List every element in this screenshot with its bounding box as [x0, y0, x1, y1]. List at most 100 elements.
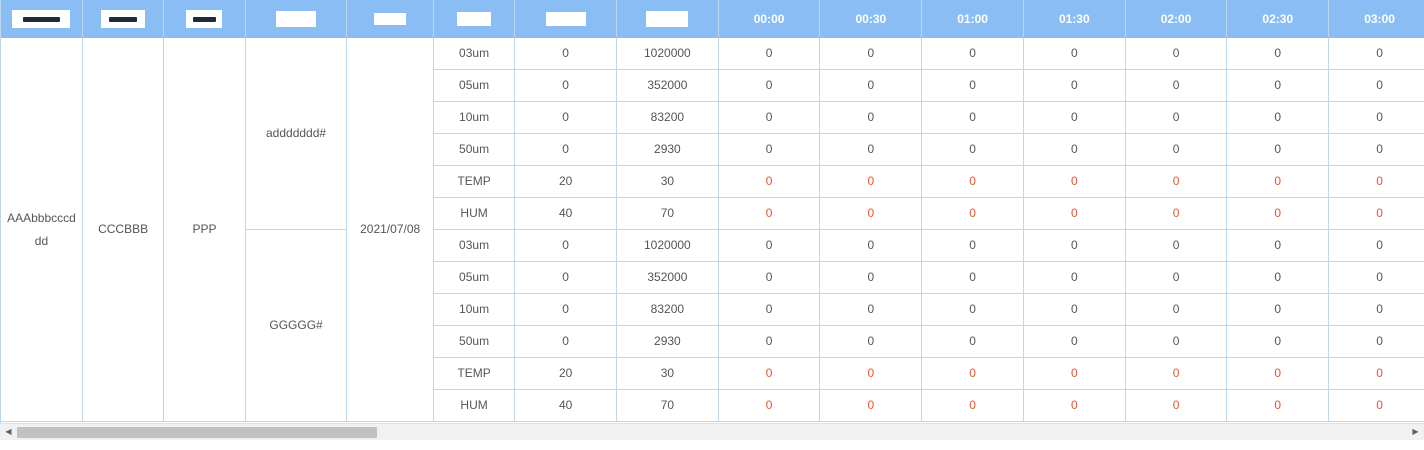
- header-col-1[interactable]: [1, 0, 83, 38]
- triangle-left-icon[interactable]: ◀: [0, 424, 17, 440]
- value-cell: 0: [1226, 389, 1330, 422]
- min-cell: 0: [514, 133, 617, 166]
- value-cell: 0: [819, 389, 923, 422]
- value-cell: 0: [718, 293, 821, 326]
- header-time-0130[interactable]: 01:30: [1023, 0, 1126, 38]
- point-cell: GGGGG#: [245, 229, 348, 422]
- max-cell: 2930: [616, 133, 719, 166]
- item-cell: 50um: [433, 133, 516, 166]
- value-cell: 0: [718, 101, 821, 134]
- value-cell: 0: [1125, 197, 1228, 230]
- header-col-2[interactable]: [82, 0, 165, 38]
- header-col-8[interactable]: [616, 0, 719, 38]
- value-cell: 0: [718, 229, 821, 262]
- value-cell: 0: [921, 69, 1024, 102]
- value-cell: 0: [1226, 133, 1330, 166]
- value-cell: 0: [1328, 229, 1424, 262]
- item-cell: 10um: [433, 101, 516, 134]
- value-cell: 0: [1226, 261, 1330, 294]
- item-cell: 03um: [433, 229, 516, 262]
- item-cell: 50um: [433, 325, 516, 358]
- value-cell: 0: [921, 197, 1024, 230]
- item-cell: HUM: [433, 389, 516, 422]
- max-cell: 83200: [616, 293, 719, 326]
- value-cell: 0: [921, 389, 1024, 422]
- header-col-6[interactable]: [433, 0, 516, 38]
- value-cell: 0: [1125, 293, 1228, 326]
- value-cell: 0: [718, 261, 821, 294]
- header-time-0100[interactable]: 01:00: [921, 0, 1024, 38]
- value-cell: 0: [1328, 69, 1424, 102]
- redacted-header-label: [374, 13, 407, 26]
- value-cell: 0: [1226, 197, 1330, 230]
- value-cell: 0: [1125, 389, 1228, 422]
- value-cell: 0: [1023, 229, 1126, 262]
- value-cell: 0: [819, 325, 923, 358]
- value-cell: 0: [819, 165, 923, 198]
- value-cell: 0: [1328, 261, 1424, 294]
- value-cell: 0: [921, 101, 1024, 134]
- value-cell: 0: [1226, 357, 1330, 390]
- max-cell: 70: [616, 197, 719, 230]
- value-cell: 0: [1125, 357, 1228, 390]
- max-cell: 83200: [616, 101, 719, 134]
- redacted-header-label: [186, 9, 223, 28]
- value-cell: 0: [1023, 197, 1126, 230]
- max-cell: 352000: [616, 69, 719, 102]
- value-cell: 0: [1328, 101, 1424, 134]
- min-cell: 0: [514, 101, 617, 134]
- value-cell: 0: [1328, 293, 1424, 326]
- value-cell: 0: [921, 229, 1024, 262]
- item-cell: TEMP: [433, 165, 516, 198]
- value-cell: 0: [921, 261, 1024, 294]
- table-body: AAAbbbcccddd CCCBBB PPP addddddd# 2021/07/08…: [1, 37, 1424, 422]
- value-cell: 0: [718, 165, 821, 198]
- value-cell: 0: [1328, 325, 1424, 358]
- header-time-0230[interactable]: 02:30: [1226, 0, 1330, 38]
- max-cell: 30: [616, 357, 719, 390]
- min-cell: 0: [514, 229, 617, 262]
- value-cell: 0: [1023, 69, 1126, 102]
- min-cell: 0: [514, 69, 617, 102]
- header-row: 00:00 00:30 01:00 01:30 02:00 02:30 03:0…: [1, 0, 1424, 38]
- header-time-0200[interactable]: 02:00: [1125, 0, 1228, 38]
- value-cell: 0: [819, 197, 923, 230]
- value-cell: 0: [1023, 37, 1126, 70]
- value-cell: 0: [921, 165, 1024, 198]
- min-cell: 0: [514, 293, 617, 326]
- value-cell: 0: [1023, 165, 1126, 198]
- header-time-0000[interactable]: 00:00: [718, 0, 821, 38]
- date-cell: 2021/07/08: [346, 37, 434, 422]
- site-cell: AAAbbbcccddd: [1, 37, 83, 422]
- header-col-7[interactable]: [514, 0, 617, 38]
- max-cell: 1020000: [616, 229, 719, 262]
- redacted-header-label: [457, 11, 492, 26]
- value-cell: 0: [1226, 37, 1330, 70]
- header-col-5[interactable]: [346, 0, 434, 38]
- triangle-right-icon[interactable]: ▶: [1407, 424, 1424, 440]
- item-cell: 05um: [433, 69, 516, 102]
- header-time-0030[interactable]: 00:30: [819, 0, 923, 38]
- value-cell: 0: [1226, 165, 1330, 198]
- table-row: AAAbbbcccddd CCCBBB PPP addddddd# 2021/07/08…: [1, 37, 1424, 422]
- value-cell: 0: [1226, 69, 1330, 102]
- horizontal-scrollbar[interactable]: ◀ ▶: [0, 423, 1424, 440]
- value-cell: 0: [1125, 37, 1228, 70]
- device-cell: PPP: [163, 37, 246, 422]
- header-time-0300[interactable]: 03:00: [1328, 0, 1424, 38]
- header-col-3[interactable]: [163, 0, 246, 38]
- value-cell: 0: [718, 37, 821, 70]
- value-cell: 0: [921, 37, 1024, 70]
- scrollbar-thumb[interactable]: [17, 427, 377, 438]
- min-cell: 40: [514, 197, 617, 230]
- value-cell: 0: [1226, 229, 1330, 262]
- value-cell: 0: [819, 293, 923, 326]
- value-cell: 0: [819, 37, 923, 70]
- header-col-4[interactable]: [245, 0, 348, 38]
- value-cell: 0: [1226, 101, 1330, 134]
- redacted-header-label: [12, 9, 71, 28]
- data-table: 00:00 00:30 01:00 01:30 02:00 02:30 03:0…: [1, 0, 1424, 422]
- value-cell: 0: [819, 357, 923, 390]
- area-cell: CCCBBB: [82, 37, 165, 422]
- max-cell: 70: [616, 389, 719, 422]
